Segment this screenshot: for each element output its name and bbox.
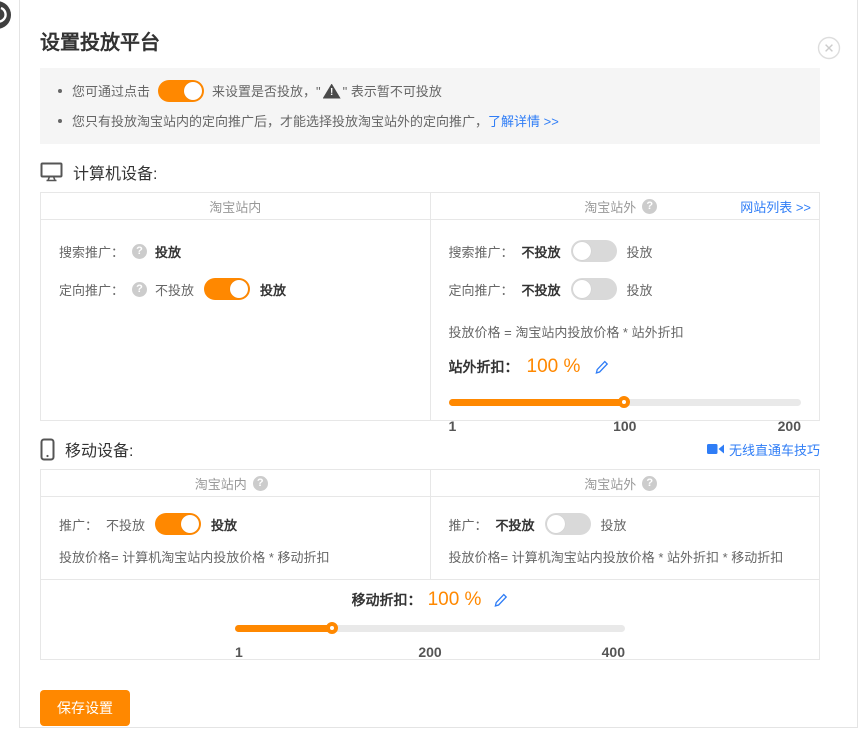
- computer-section-title: 计算机设备:: [73, 160, 157, 184]
- warning-icon: !: [323, 84, 341, 99]
- video-icon: [707, 443, 724, 455]
- close-icon: [817, 36, 841, 60]
- computer-search-inside-state: 投放: [155, 242, 181, 261]
- computer-target-outside-toggle[interactable]: [571, 278, 617, 300]
- floating-corner-button[interactable]: [0, 0, 12, 30]
- corner-circle-icon: [0, 0, 12, 30]
- computer-section-header: 计算机设备:: [40, 158, 820, 186]
- notice-item-1: 您可通过点击 来设置是否投放，" ! " 表示暂不可投放: [58, 78, 802, 104]
- computer-search-outside-toggle[interactable]: [571, 240, 617, 262]
- computer-search-inside-row: 搜索推广： ? 投放: [59, 232, 412, 270]
- mobile-discount-slider[interactable]: [235, 618, 625, 638]
- notice-1-text-a: 您可通过点击: [72, 81, 150, 102]
- edit-mobile-discount-button[interactable]: [493, 593, 508, 608]
- mobile-section-header: 移动设备: 无线直通车技巧: [40, 435, 820, 463]
- help-icon[interactable]: ?: [253, 476, 268, 491]
- computer-target-inside-row: 定向推广： ? 不投放 投放: [59, 270, 412, 308]
- mobile-inside-formula: 投放价格= 计算机淘宝站内投放价格 * 移动折扣: [59, 549, 412, 567]
- notice-2-text: 您只有投放淘宝站内的定向推广后，才能选择投放淘宝站外的定向推广，: [72, 111, 488, 132]
- mobile-section-title: 移动设备:: [65, 437, 133, 461]
- computer-search-outside-row: 搜索推广： 不投放 投放: [449, 232, 802, 270]
- mobile-discount-row: 移动折扣： 100 %: [41, 579, 819, 659]
- notice-item-2: 您只有投放淘宝站内的定向推广后，才能选择投放淘宝站外的定向推广， 了解详情 >>: [58, 108, 802, 134]
- outside-discount-line: 站外折扣： 100 %: [449, 356, 802, 378]
- mobile-icon: [40, 438, 55, 461]
- demo-toggle[interactable]: [158, 80, 204, 102]
- help-icon[interactable]: ?: [642, 199, 657, 214]
- computer-target-inside-toggle[interactable]: [204, 278, 250, 300]
- page-title: 设置投放平台: [40, 30, 820, 56]
- computer-target-outside-row: 定向推广： 不投放 投放: [449, 270, 802, 308]
- outside-discount-value: 100 %: [527, 356, 581, 378]
- notice-1-text-b: 来设置是否投放，": [212, 81, 321, 102]
- mobile-inside-cell: 推广： 不投放 投放 投放价格= 计算机淘宝站内投放价格 * 移动折扣: [41, 497, 430, 579]
- mobile-outside-cell: 推广： 不投放 投放 投放价格= 计算机淘宝站内投放价格 * 站外折扣 * 移动…: [430, 497, 820, 579]
- help-icon[interactable]: ?: [132, 282, 147, 297]
- set-platform-dialog: 设置投放平台 您可通过点击 来设置是否投放，" ! " 表示暂不可投放 您只有投…: [19, 0, 858, 728]
- mobile-table-header: 淘宝站内 ? 淘宝站外 ?: [41, 470, 819, 497]
- toggle-knob: [181, 515, 199, 533]
- computer-icon: [40, 162, 63, 182]
- pencil-icon: [594, 360, 609, 375]
- toggle-knob: [573, 280, 591, 298]
- notice-panel: 您可通过点击 来设置是否投放，" ! " 表示暂不可投放 您只有投放淘宝站内的定…: [40, 68, 820, 144]
- pencil-icon: [493, 593, 508, 608]
- mobile-platform-table: 淘宝站内 ? 淘宝站外 ? 推广： 不投放 投放: [40, 469, 820, 660]
- bullet-dot: [58, 89, 62, 93]
- help-icon[interactable]: ?: [642, 476, 657, 491]
- slider-fill: [235, 625, 332, 632]
- site-list-link[interactable]: 网站列表 >>: [740, 197, 811, 216]
- toggle-knob: [184, 82, 202, 100]
- computer-header-taobao-inside: 淘宝站内: [41, 193, 430, 219]
- outside-discount-slider[interactable]: [449, 392, 802, 412]
- slider-handle[interactable]: [326, 622, 338, 634]
- mobile-slider-ticks: 1 200 400: [235, 644, 625, 662]
- toggle-knob: [573, 242, 591, 260]
- toggle-knob: [547, 515, 565, 533]
- mobile-promo-inside-row: 推广： 不投放 投放: [59, 507, 412, 541]
- mobile-promo-outside-row: 推广： 不投放 投放: [449, 507, 802, 541]
- computer-platform-table: 淘宝站内 淘宝站外 ? 网站列表 >> 搜索推广： ? 投放: [40, 192, 820, 421]
- toggle-knob: [230, 280, 248, 298]
- outside-slider-ticks: 1 100 200: [449, 418, 802, 436]
- mobile-discount-value: 100 %: [428, 589, 482, 611]
- close-button[interactable]: [817, 36, 841, 60]
- help-icon[interactable]: ?: [132, 244, 147, 259]
- computer-header-taobao-outside: 淘宝站外 ? 网站列表 >>: [430, 193, 820, 219]
- outside-price-formula: 投放价格 = 淘宝站内投放价格 * 站外折扣: [449, 324, 802, 342]
- wireless-tips-link[interactable]: 无线直通车技巧: [707, 440, 820, 459]
- notice-1-text-c: " 表示暂不可投放: [343, 81, 442, 102]
- slider-fill: [449, 399, 624, 406]
- mobile-header-taobao-outside: 淘宝站外 ?: [430, 470, 820, 496]
- page: 设置投放平台 您可通过点击 来设置是否投放，" ! " 表示暂不可投放 您只有投…: [0, 0, 861, 734]
- slider-handle[interactable]: [618, 396, 630, 408]
- mobile-discount-line: 移动折扣： 100 %: [41, 588, 819, 612]
- mobile-promo-inside-toggle[interactable]: [155, 513, 201, 535]
- mobile-outside-formula: 投放价格= 计算机淘宝站内投放价格 * 站外折扣 * 移动折扣: [449, 549, 802, 567]
- save-settings-button[interactable]: 保存设置: [40, 690, 130, 726]
- learn-more-link[interactable]: 了解详情 >>: [488, 111, 559, 132]
- computer-inside-cell: 搜索推广： ? 投放 定向推广： ? 不投放 投放: [41, 220, 430, 420]
- computer-table-header: 淘宝站内 淘宝站外 ? 网站列表 >>: [41, 193, 819, 220]
- mobile-promo-outside-toggle[interactable]: [545, 513, 591, 535]
- computer-outside-cell: 搜索推广： 不投放 投放 定向推广： 不投放 投放 投放价格 = 淘宝站内投放价…: [430, 220, 820, 420]
- edit-outside-discount-button[interactable]: [594, 360, 609, 375]
- mobile-header-taobao-inside: 淘宝站内 ?: [41, 470, 430, 496]
- bullet-dot: [58, 119, 62, 123]
